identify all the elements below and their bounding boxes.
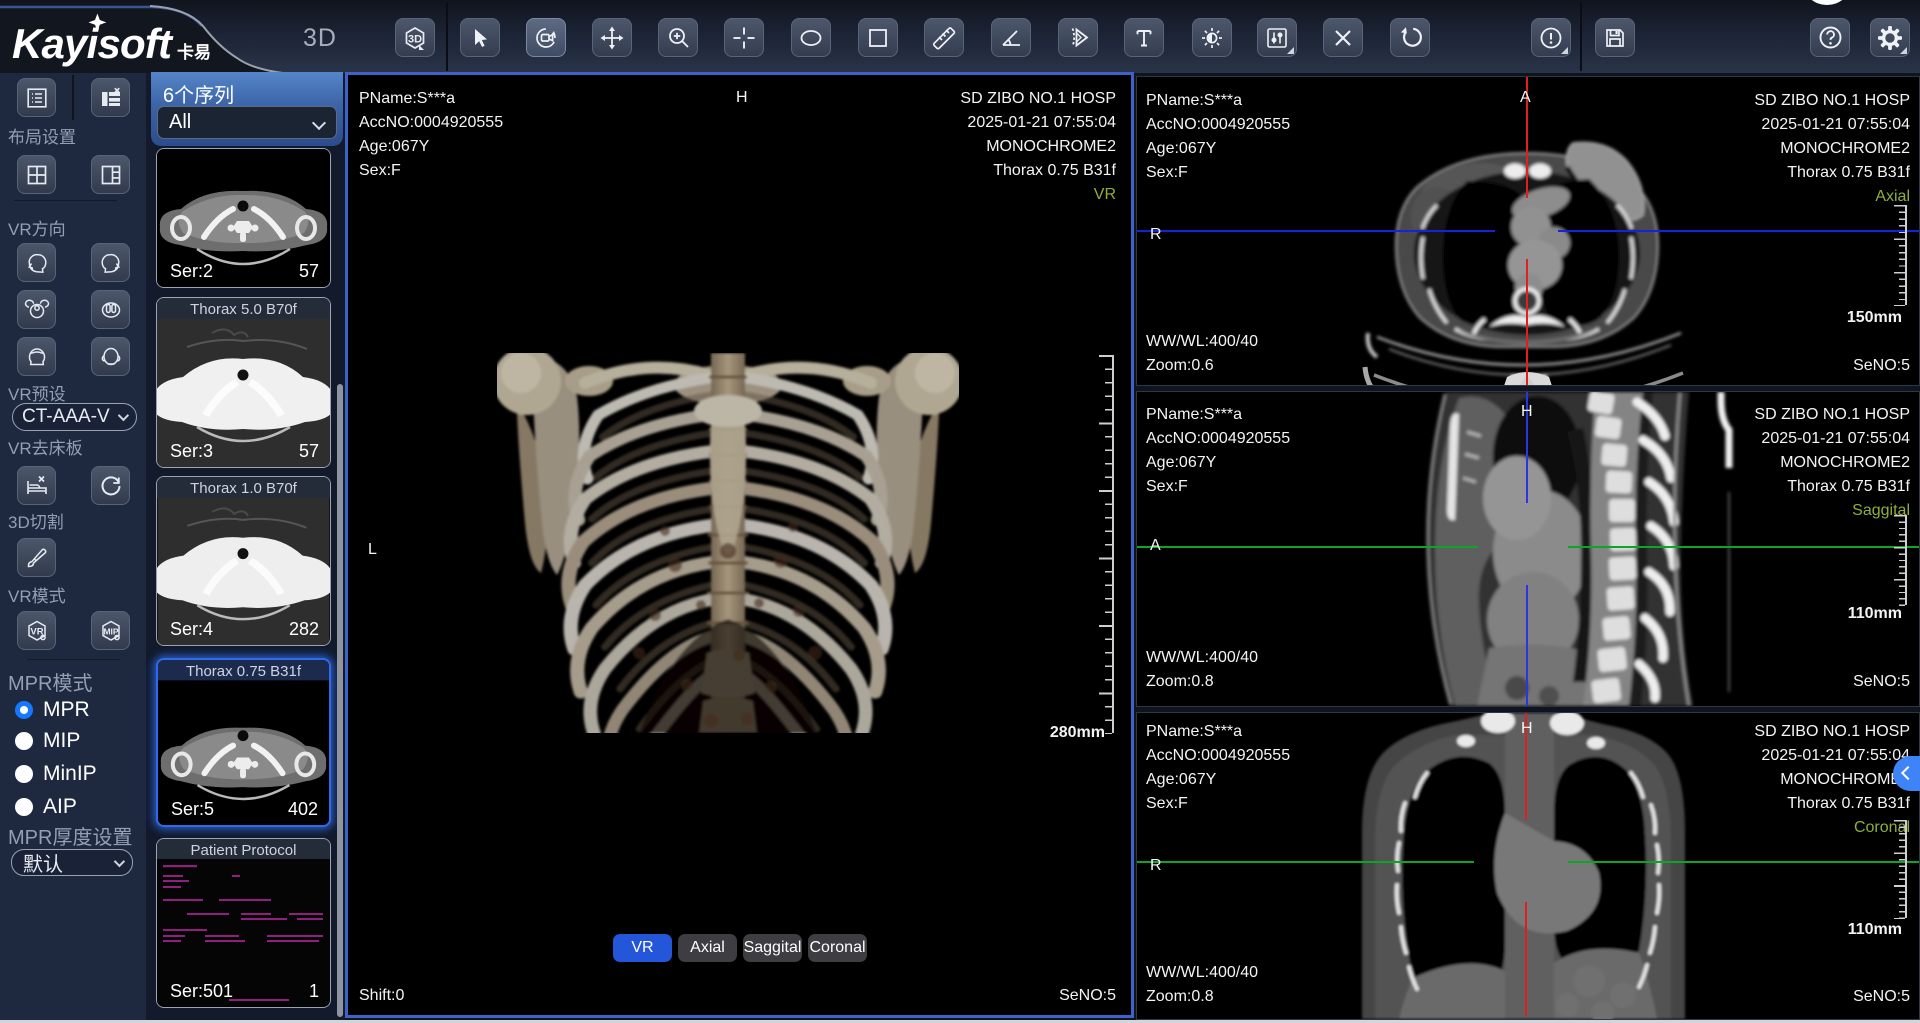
svg-text:卡易: 卡易 (177, 42, 211, 62)
svg-text:Kayisoft: Kayisoft (12, 20, 174, 67)
svg-text:3D: 3D (408, 33, 422, 45)
